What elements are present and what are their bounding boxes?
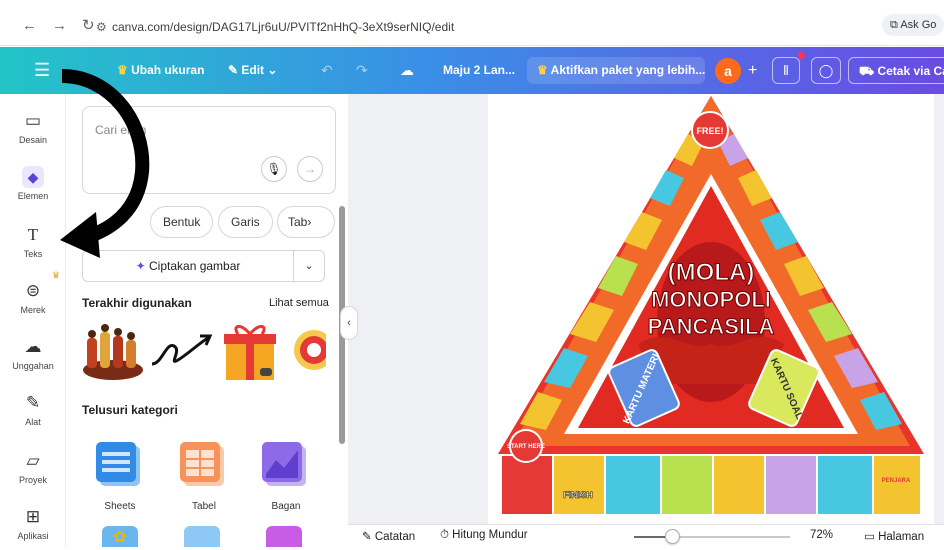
zoom-level[interactable]: 72% — [810, 529, 833, 541]
sheets-icon — [96, 442, 140, 486]
print-label: Cetak via Ca — [877, 64, 944, 78]
crown-icon: ♛ — [537, 63, 551, 77]
print-button[interactable]: ⛟ Cetak via Ca — [848, 57, 944, 84]
insights-icon[interactable]: ⫴ — [772, 57, 800, 84]
category-thumb[interactable] — [266, 526, 302, 547]
timer-icon: ⏱ — [440, 529, 453, 541]
jail-label: PENJARA — [882, 478, 911, 484]
free-label: FREE! — [697, 126, 724, 136]
annotation-arrow — [60, 69, 150, 258]
zoom-slider-handle[interactable] — [665, 529, 680, 544]
category-thumb[interactable] — [184, 526, 220, 547]
crown-icon: ♛ — [52, 270, 61, 280]
timer-button[interactable]: ⏱ Hitung Mundur — [440, 529, 528, 542]
recent-thumb-gift[interactable] — [222, 320, 278, 382]
board-title-2: MONOPOLI — [651, 287, 771, 312]
redo-icon[interactable]: ↷ — [356, 47, 368, 94]
curly-arrow-image — [151, 334, 213, 366]
microphone-icon[interactable]: 🎙 — [261, 156, 287, 182]
rail-label: Alat — [25, 417, 41, 427]
upgrade-button[interactable]: ♛ Aktifkan paket yang lebih... — [527, 57, 705, 84]
upload-icon: ☁ — [24, 337, 42, 356]
table-icon — [180, 442, 224, 486]
sunflower-icon: ✿ — [113, 529, 127, 546]
chevron-down-icon: ⌄ — [264, 63, 278, 77]
brand-icon: ⊜ — [25, 281, 41, 300]
category-label: Bagan — [271, 501, 301, 512]
category-tables[interactable]: Tabel — [176, 438, 232, 512]
reload-icon[interactable]: ↻ — [82, 18, 95, 34]
folder-icon: ▱ — [26, 451, 40, 470]
category-sheets[interactable]: Sheets — [92, 438, 148, 512]
pages-label: Halaman — [878, 531, 925, 543]
rail-item-uploads[interactable]: ☁ Unggahan — [0, 336, 66, 371]
category-label: Tabel — [192, 501, 216, 512]
notification-dot — [798, 52, 805, 59]
submit-arrow-icon[interactable]: → — [297, 156, 323, 182]
rail-label: Proyek — [18, 475, 47, 485]
board-title-1: (MOLA) — [668, 259, 755, 286]
chip-label: Tab — [288, 215, 308, 229]
finish-label: FINISH — [563, 490, 593, 500]
chip-tables[interactable]: Tab› — [277, 206, 335, 238]
recent-thumb-dancers[interactable] — [82, 318, 144, 382]
gift-image — [224, 325, 276, 380]
board-title-3: PANCASILA — [648, 314, 775, 339]
design-title[interactable]: Maju 2 Lan... — [443, 47, 515, 94]
monopoly-board: (MOLA) MONOPOLI PANCASILA KARTU MATERI K… — [498, 96, 924, 524]
collapse-panel-button[interactable]: ‹ — [340, 306, 358, 340]
pages-button[interactable]: ▭ Halaman — [864, 529, 924, 543]
ask-icon: ⧉ — [890, 19, 901, 31]
recent-heading: Terakhir digunakan — [82, 296, 192, 310]
chevron-right-icon: › — [307, 215, 312, 229]
timer-label: Hitung Mundur — [452, 529, 528, 541]
category-thumb[interactable]: ✿ — [102, 526, 138, 547]
rail-item-tools[interactable]: ✎ Alat — [0, 392, 66, 427]
pencil-icon: ✎ — [228, 63, 242, 77]
pages-icon: ▭ — [864, 531, 879, 543]
design-page[interactable]: (MOLA) MONOPOLI PANCASILA KARTU MATERI K… — [488, 94, 934, 524]
notes-button[interactable]: ✎ Catatan — [362, 529, 415, 543]
forward-icon[interactable]: → — [52, 18, 67, 34]
browser-toolbar: ← → ↻ ⚙ canva.com/design/DAG17Ljr6uU/PVI… — [0, 0, 944, 46]
cloud-saved-icon[interactable]: ☁ — [400, 47, 414, 94]
recent-thumb-arrow[interactable] — [148, 330, 214, 374]
rail-item-projects[interactable]: ▱ Proyek — [0, 450, 66, 485]
rail-item-brand[interactable]: ⊜ Merek — [0, 280, 66, 315]
undo-icon[interactable]: ↶ — [321, 47, 333, 94]
category-charts[interactable]: Bagan — [258, 438, 314, 512]
truck-icon: ⛟ — [859, 64, 878, 78]
chevron-down-icon[interactable]: ⌄ — [293, 250, 325, 282]
chart-icon — [262, 442, 306, 486]
edit-label: Edit — [241, 63, 265, 77]
ask-label: Ask Go — [900, 19, 937, 31]
back-icon[interactable]: ← — [22, 18, 37, 34]
rail-label: Unggahan — [12, 361, 54, 371]
comment-icon[interactable]: ◯ — [811, 57, 841, 84]
sticker-image — [294, 330, 326, 370]
recent-thumb-sticker[interactable] — [286, 326, 326, 374]
rail-item-apps[interactable]: ⊞ Aplikasi — [0, 506, 66, 541]
see-all-link[interactable]: Lihat semua — [269, 297, 329, 309]
notes-icon: ✎ — [362, 531, 375, 543]
start-label: START HERE — [507, 444, 545, 450]
upgrade-label: Aktifkan paket yang lebih... — [550, 63, 706, 77]
browse-heading: Telusuri kategori — [82, 403, 178, 417]
edit-button[interactable]: ✎ Edit ⌄ — [228, 47, 277, 94]
notes-label: Catatan — [374, 531, 416, 543]
dancers-image — [83, 324, 143, 380]
pen-icon: ✎ — [25, 393, 41, 412]
apps-icon: ⊞ — [25, 507, 41, 526]
site-info-icon[interactable]: ⚙ — [96, 19, 107, 35]
avatar[interactable]: a — [715, 58, 741, 84]
menu-icon[interactable]: ☰ — [34, 47, 50, 94]
chip-lines[interactable]: Garis — [218, 206, 273, 238]
bottom-bar: ✎ Catatan ⏱ Hitung Mundur 72% ▭ Halaman — [348, 524, 944, 547]
rail-label: Aplikasi — [17, 531, 49, 541]
address-bar[interactable]: canva.com/design/DAG17Ljr6uU/PVITf2nHhQ-… — [112, 20, 454, 34]
add-collaborator-icon[interactable]: + — [748, 47, 757, 94]
rail-label: Merek — [20, 305, 46, 315]
ask-button[interactable]: ⧉ Ask Go — [882, 14, 944, 36]
category-label: Sheets — [104, 501, 136, 512]
